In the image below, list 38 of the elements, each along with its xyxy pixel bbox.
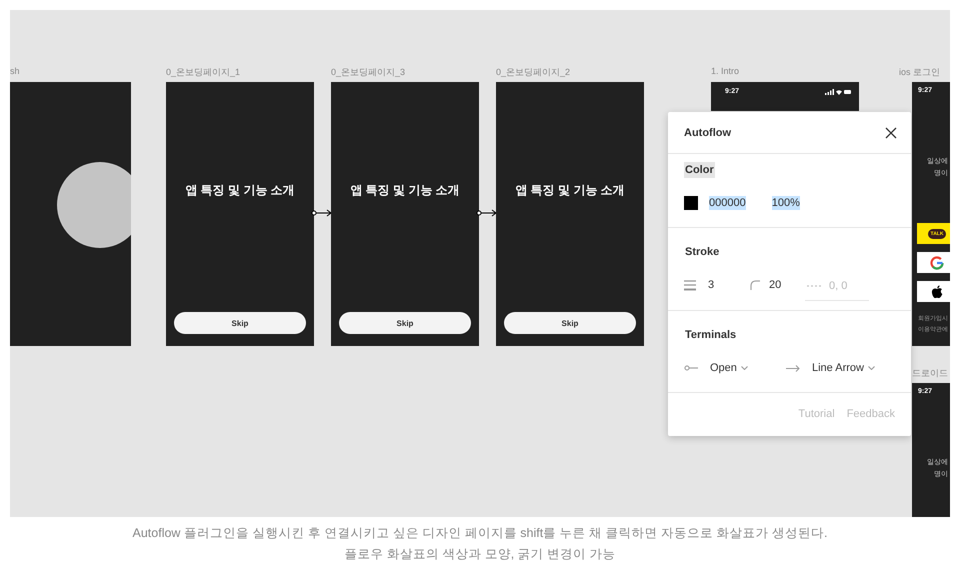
apple-login-button[interactable] <box>917 281 950 302</box>
apple-icon <box>931 284 943 298</box>
status-icons <box>825 88 851 94</box>
corner-radius-field[interactable]: 20 <box>769 278 805 292</box>
dash-icon <box>807 284 821 286</box>
onboarding-heading: 앱 특징 및 기능 소개 <box>184 182 296 199</box>
skip-button[interactable]: Skip <box>504 312 636 334</box>
flow-arrow[interactable] <box>476 209 498 217</box>
flow-arrow[interactable] <box>311 209 333 217</box>
skip-button[interactable]: Skip <box>339 312 471 334</box>
opacity-field[interactable]: 100% <box>772 196 800 210</box>
artboard-frame[interactable]: 앱 특징 및 기능 소개 Skip <box>331 82 479 346</box>
end-terminal-dropdown[interactable]: Line Arrow <box>812 362 875 374</box>
hex-field[interactable]: 000000 <box>709 196 746 210</box>
close-icon[interactable] <box>885 126 897 138</box>
artboard-frame[interactable]: 앱 특징 및 기능 소개 Skip <box>496 82 644 346</box>
arrow-icon <box>786 364 800 372</box>
onboarding-heading: 앱 특징 및 기능 소개 <box>514 182 626 199</box>
panel-title: Autoflow <box>684 126 732 138</box>
caret-icon <box>868 366 875 370</box>
caption-text: 플로우 화살표의 색상과 모양, 굵기 변경이 가능 <box>344 546 616 563</box>
caret-icon <box>740 366 748 370</box>
section-label: Stroke <box>684 245 720 260</box>
start-terminal-dropdown[interactable]: Open <box>710 362 786 374</box>
corner-radius-icon <box>750 280 760 290</box>
stroke-weight-field[interactable]: 3 <box>708 278 750 292</box>
open-end-icon <box>684 365 698 371</box>
artboard-frame[interactable]: 앱 특징 및 기능 소개 Skip <box>166 82 314 346</box>
stroke-weight-icon <box>684 280 696 290</box>
caption-text: Autoflow 플러그인을 실행시킨 후 연결시키고 싶은 디자인 페이지를 shift를 누른 채 클릭하면 자동으로 화살표가 생성된다. <box>132 525 828 542</box>
section-label: Color <box>684 162 715 178</box>
color-swatch[interactable] <box>684 196 698 210</box>
google-g-icon <box>930 256 944 270</box>
onboarding-heading: 앱 특징 및 기능 소개 <box>349 182 461 199</box>
google-login-button[interactable] <box>917 252 950 273</box>
artboard-frame[interactable] <box>10 82 131 346</box>
skip-button[interactable]: Skip <box>174 312 306 334</box>
section-label: Terminals <box>684 328 738 343</box>
